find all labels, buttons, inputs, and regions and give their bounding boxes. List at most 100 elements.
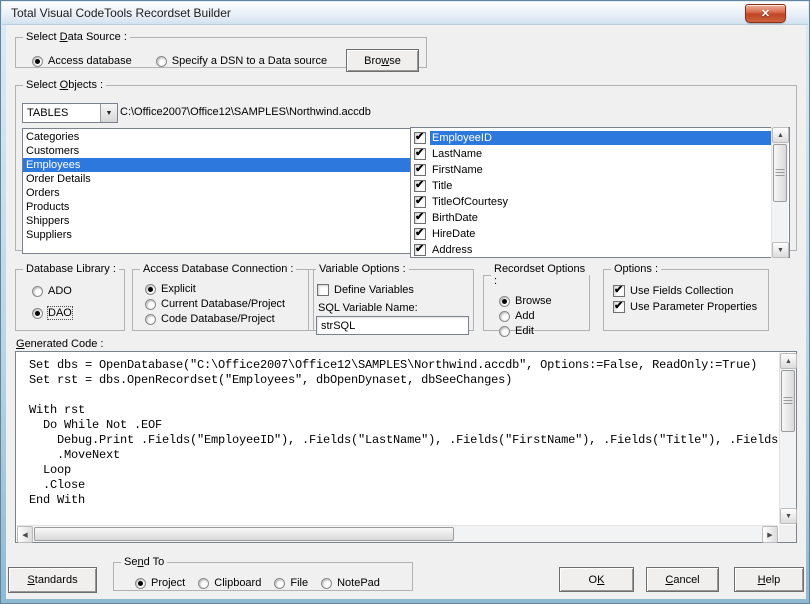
table-row[interactable]: Suppliers <box>23 228 421 242</box>
scroll-down-icon[interactable]: ▼ <box>780 508 797 524</box>
recordset-option-radio[interactable]: Edit <box>499 325 552 337</box>
option-checkbox[interactable]: Use Parameter Properties <box>613 301 757 313</box>
chevron-down-icon[interactable]: ▼ <box>100 104 117 122</box>
code-line: End With <box>29 493 778 508</box>
ok-button[interactable]: OK <box>559 567 634 592</box>
database-library-radio[interactable]: ADO <box>32 285 72 297</box>
tables-list[interactable]: Categories Customers Employees Order Det… <box>22 128 422 254</box>
field-row[interactable]: BirthDate <box>414 210 772 226</box>
checkbox-icon <box>613 301 625 313</box>
table-row[interactable]: Customers <box>23 144 421 158</box>
scrollbar-corner <box>779 525 796 542</box>
field-checkbox-icon[interactable] <box>414 228 426 240</box>
radio-icon <box>135 578 146 589</box>
field-row[interactable]: HireDate <box>414 226 772 242</box>
title-bar[interactable]: Total Visual CodeTools Recordset Builder… <box>2 2 808 25</box>
send-to-radio[interactable]: NotePad <box>321 577 380 589</box>
data-source-radio-group: Access database Specify a DSN to a Data … <box>32 55 327 67</box>
checkbox-icon <box>613 285 625 297</box>
scrollbar-thumb[interactable] <box>781 370 795 432</box>
send-to-radio[interactable]: File <box>274 577 308 589</box>
field-checkbox-icon[interactable] <box>414 180 426 192</box>
table-row[interactable]: Products <box>23 200 421 214</box>
field-row[interactable]: Title <box>414 178 772 194</box>
fields-list[interactable]: EmployeeID LastName FirstName Ti <box>410 127 790 258</box>
access-connection-radio[interactable]: Explicit <box>145 283 285 295</box>
access-connection-legend: Access Database Connection : <box>140 263 296 275</box>
database-library-group: Database Library : ADO DAO <box>15 263 125 331</box>
scroll-left-icon[interactable]: ◀ <box>17 526 33 543</box>
scrollbar-thumb[interactable] <box>34 527 454 541</box>
dialog-window: Total Visual CodeTools Recordset Builder… <box>0 0 810 604</box>
database-library-radio-group: ADO DAO <box>32 285 72 319</box>
checkbox-icon <box>317 284 329 296</box>
field-row[interactable]: TitleOfCourtesy <box>414 194 772 210</box>
field-checkbox-icon[interactable] <box>414 196 426 208</box>
close-button[interactable]: ✕ <box>745 4 786 23</box>
define-variables-checkbox[interactable]: Define Variables <box>317 284 414 296</box>
database-path: C:\Office2007\Office12\SAMPLES\Northwind… <box>120 106 371 118</box>
scroll-up-icon[interactable]: ▲ <box>772 127 789 143</box>
object-type-dropdown[interactable]: TABLES ▼ <box>22 103 118 123</box>
select-objects-group: Select Objects : TABLES ▼ C:\Office2007\… <box>15 79 797 251</box>
sql-variable-name-input[interactable] <box>316 316 469 335</box>
browse-button[interactable]: Browse <box>346 49 419 72</box>
table-row[interactable]: Shippers <box>23 214 421 228</box>
scrollbar-thumb[interactable] <box>773 144 787 202</box>
sql-variable-name-label: SQL Variable Name: <box>318 302 418 314</box>
send-to-radio-group: Project Clipboard File NotePad <box>135 577 380 589</box>
option-checkbox[interactable]: Use Fields Collection <box>613 285 757 297</box>
close-icon: ✕ <box>761 7 770 20</box>
field-checkbox-icon[interactable] <box>414 148 426 160</box>
table-row[interactable]: Categories <box>23 130 421 144</box>
fields-scrollbar[interactable]: ▲ ▼ <box>771 127 788 258</box>
generated-code-box[interactable]: Set dbs = OpenDatabase("C:\Office2007\Of… <box>15 351 797 543</box>
radio-icon <box>499 311 510 322</box>
access-connection-group: Access Database Connection : Explicit Cu… <box>132 263 314 331</box>
scroll-right-icon[interactable]: ▶ <box>762 526 778 543</box>
radio-icon <box>32 286 43 297</box>
standards-button[interactable]: Standards <box>8 567 97 593</box>
variable-options-legend: Variable Options : <box>316 263 409 275</box>
code-horizontal-scrollbar[interactable]: ◀ ▶ <box>17 525 778 542</box>
radio-icon <box>321 578 332 589</box>
recordset-option-radio[interactable]: Browse <box>499 295 552 307</box>
field-checkbox-icon[interactable] <box>414 244 426 256</box>
scroll-up-icon[interactable]: ▲ <box>780 353 797 369</box>
code-line: .MoveNext <box>29 448 778 463</box>
cancel-button[interactable]: Cancel <box>646 567 719 592</box>
send-to-legend: Send To <box>121 556 167 568</box>
code-line: Debug.Print .Fields("EmployeeID"), .Fiel… <box>29 433 778 448</box>
code-vertical-scrollbar[interactable]: ▲ ▼ <box>779 353 796 524</box>
code-line: With rst <box>29 403 778 418</box>
code-line: Set rst = dbs.OpenRecordset("Employees",… <box>29 373 778 388</box>
data-source-radio[interactable]: Access database <box>32 55 132 67</box>
field-checkbox-icon[interactable] <box>414 212 426 224</box>
field-checkbox-icon[interactable] <box>414 164 426 176</box>
generated-code-pane[interactable]: Set dbs = OpenDatabase("C:\Office2007\Of… <box>17 353 778 524</box>
recordset-option-radio[interactable]: Add <box>499 310 552 322</box>
access-connection-radio[interactable]: Current Database/Project <box>145 298 285 310</box>
table-row[interactable]: Employees <box>23 158 421 172</box>
recordset-options-radio-group: Browse Add Edit <box>499 295 552 337</box>
help-button[interactable]: Help <box>734 567 804 592</box>
code-line: Loop <box>29 463 778 478</box>
send-to-radio[interactable]: Project <box>135 577 185 589</box>
radio-icon <box>156 56 167 67</box>
generated-code-label: Generated Code : <box>16 338 103 350</box>
scroll-down-icon[interactable]: ▼ <box>772 242 789 258</box>
field-row[interactable]: Address <box>414 242 772 258</box>
data-source-radio[interactable]: Specify a DSN to a Data source <box>156 55 327 67</box>
field-row[interactable]: FirstName <box>414 162 772 178</box>
database-library-legend: Database Library : <box>23 263 119 275</box>
send-to-radio[interactable]: Clipboard <box>198 577 261 589</box>
access-connection-radio[interactable]: Code Database/Project <box>145 313 285 325</box>
field-row[interactable]: LastName <box>414 146 772 162</box>
send-to-group: Send To Project Clipboard Fil <box>113 556 413 591</box>
field-row[interactable]: EmployeeID <box>414 130 772 146</box>
table-row[interactable]: Order Details <box>23 172 421 186</box>
radio-icon <box>499 296 510 307</box>
field-checkbox-icon[interactable] <box>414 132 426 144</box>
database-library-radio[interactable]: DAO <box>32 307 72 319</box>
table-row[interactable]: Orders <box>23 186 421 200</box>
